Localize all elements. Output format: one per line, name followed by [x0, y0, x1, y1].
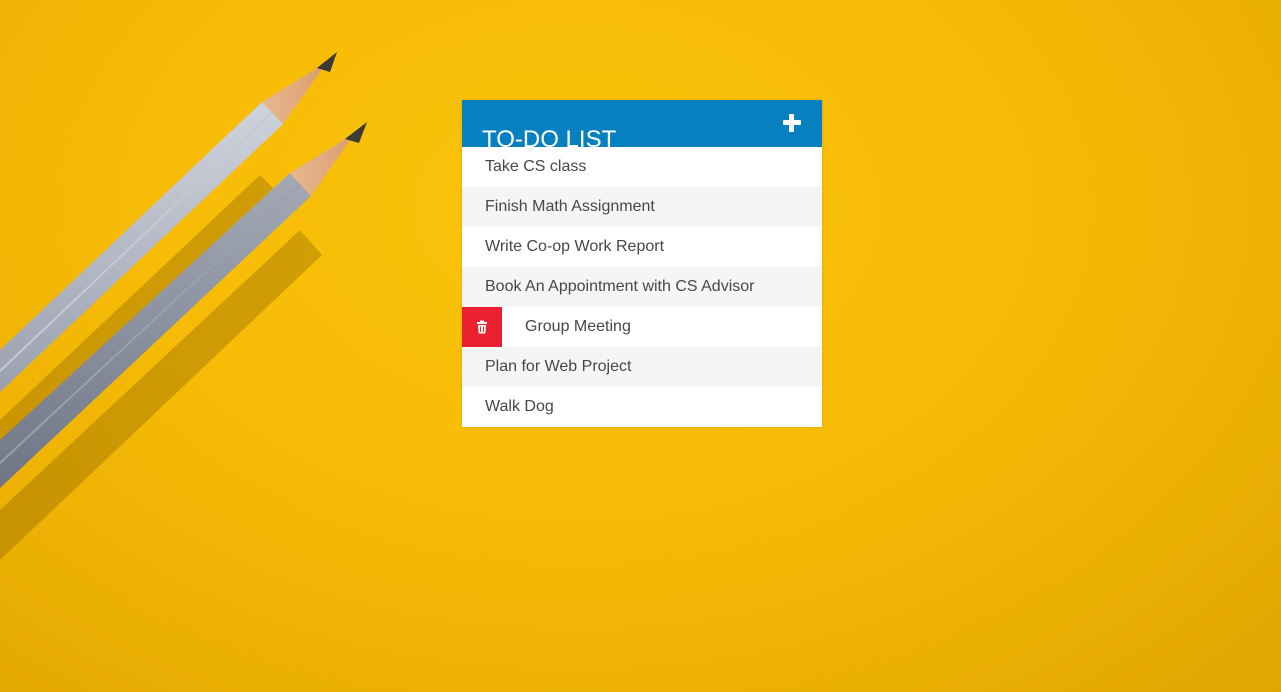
todo-item-text: Write Co-op Work Report: [485, 238, 665, 255]
todo-item[interactable]: Take CS class: [462, 147, 822, 187]
todo-card: TO-DO LIST Take CS class Finish Math Assi…: [462, 100, 822, 427]
todo-list: Take CS class Finish Math Assignment Write…: [462, 147, 822, 427]
todo-item[interactable]: Write Co-op Work Report: [462, 227, 822, 267]
todo-item[interactable]: Book An Appointment with CS Advisor: [462, 267, 822, 307]
todo-item[interactable]: Finish Math Assignment: [462, 187, 822, 227]
todo-item-text: Walk Dog: [485, 398, 554, 415]
todo-item-text: Book An Appointment with CS Advisor: [485, 278, 755, 295]
todo-item[interactable]: Walk Dog: [462, 387, 822, 427]
pencil-light: [0, 52, 337, 392]
delete-button[interactable]: [462, 307, 502, 347]
add-todo-button[interactable]: [780, 111, 804, 135]
todo-item[interactable]: Group Meeting: [462, 307, 822, 347]
todo-item-text: Group Meeting: [525, 318, 631, 335]
todo-item-text: Take CS class: [485, 158, 587, 175]
todo-item[interactable]: Plan for Web Project: [462, 347, 822, 387]
todo-header: TO-DO LIST: [462, 100, 822, 153]
trash-icon: [477, 320, 487, 334]
todo-item-text: Finish Math Assignment: [485, 198, 655, 215]
todo-item-text: Plan for Web Project: [485, 358, 632, 375]
